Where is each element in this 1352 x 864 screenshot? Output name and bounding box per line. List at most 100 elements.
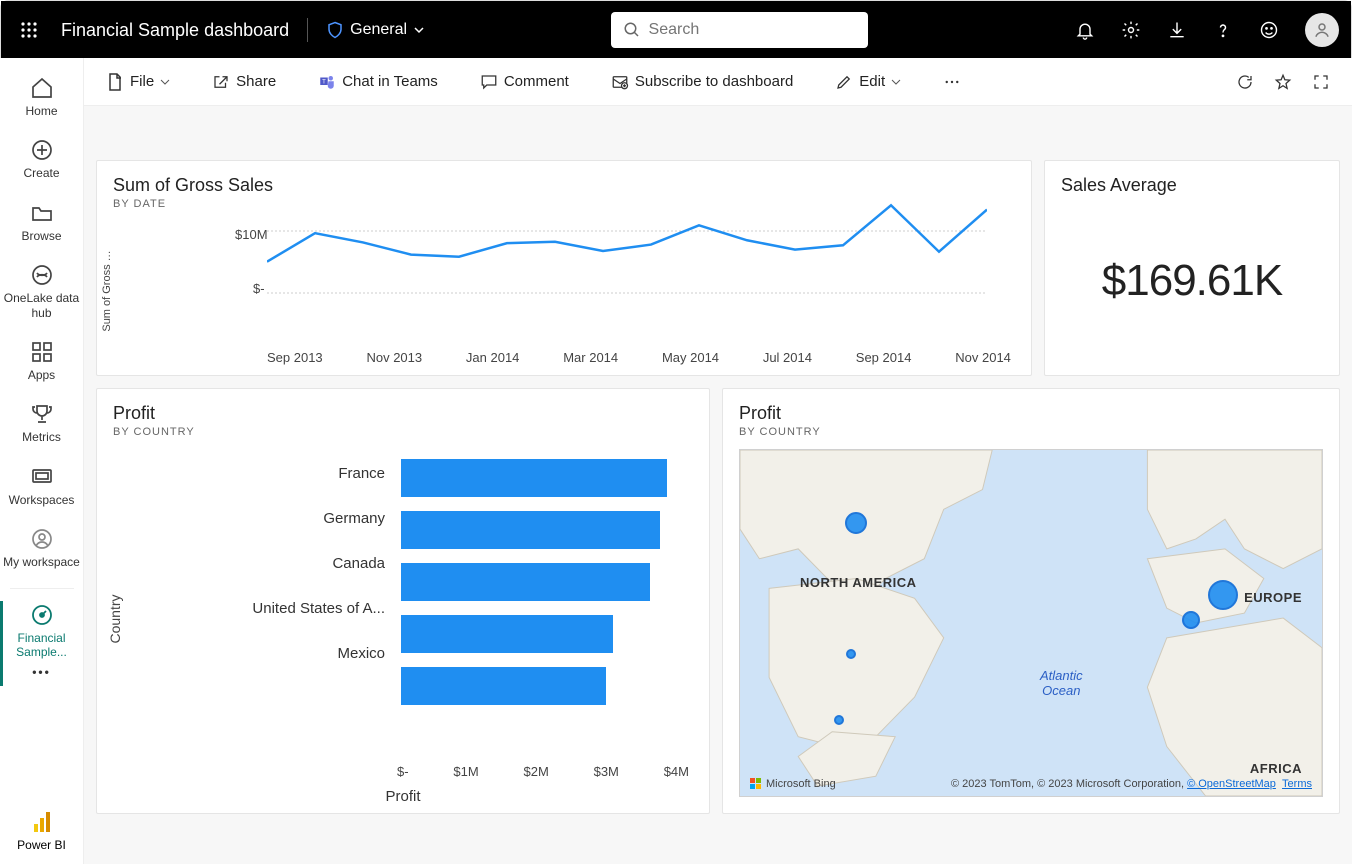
feedback-button[interactable] <box>1253 14 1285 46</box>
more-dots: ••• <box>32 665 51 679</box>
edit-menu[interactable]: Edit <box>829 69 907 95</box>
tile-sales-average[interactable]: Sales Average $169.61K <box>1044 160 1340 376</box>
sensitivity-label: General <box>350 21 407 39</box>
notifications-button[interactable] <box>1069 14 1101 46</box>
map-bubble[interactable] <box>846 649 856 659</box>
sensitivity-dropdown[interactable]: General <box>326 21 425 39</box>
onelake-icon <box>30 263 54 287</box>
person-circle-icon <box>30 527 54 551</box>
nav-create[interactable]: Create <box>0 130 84 192</box>
nav-home[interactable]: Home <box>0 68 84 130</box>
global-search[interactable] <box>611 12 868 48</box>
dashboard-title: Financial Sample dashboard <box>61 20 289 41</box>
download-button[interactable] <box>1161 14 1193 46</box>
divider <box>307 18 308 42</box>
map-basemap <box>740 450 1322 796</box>
kpi-value: $169.61K <box>1102 256 1282 306</box>
tile-profit-bar[interactable]: Profit BY COUNTRY Country France Germany… <box>96 388 710 814</box>
map-attribution: Microsoft Bing © 2023 TomTom, © 2023 Mic… <box>750 778 1312 790</box>
map-bubble[interactable] <box>834 715 844 725</box>
line-chart <box>267 201 987 301</box>
comment-icon <box>480 73 498 91</box>
map-bubble[interactable] <box>845 512 867 534</box>
pencil-icon <box>835 73 853 91</box>
bing-icon <box>750 778 762 790</box>
map-visual[interactable]: NORTH AMERICA EUROPE AFRICA AtlanticOcea… <box>739 449 1323 797</box>
folder-icon <box>30 201 54 225</box>
tile-gross-sales[interactable]: Sum of Gross Sales BY DATE Sum of Gross … <box>96 160 1032 376</box>
powerbi-icon <box>32 810 52 834</box>
dashboard-canvas: Ask a question about your data Sum of Gr… <box>84 106 1352 864</box>
workspaces-icon <box>30 465 54 489</box>
nav-apps[interactable]: Apps <box>0 332 84 394</box>
search-input[interactable] <box>649 21 856 39</box>
tile-title: Sum of Gross Sales <box>113 175 1015 196</box>
tile-title: Sales Average <box>1061 175 1323 196</box>
smiley-icon <box>1259 20 1279 40</box>
tile-subtitle: BY COUNTRY <box>739 426 1323 438</box>
chevron-down-icon <box>160 77 170 87</box>
chevron-down-icon <box>413 24 425 36</box>
download-icon <box>1167 20 1187 40</box>
help-icon <box>1213 20 1233 40</box>
x-axis-ticks: Sep 2013Nov 2013Jan 2014Mar 2014May 2014… <box>267 350 1011 365</box>
refresh-icon <box>1236 73 1254 91</box>
bar <box>401 459 667 497</box>
left-rail: Home Create Browse OneLake data hub Apps… <box>0 58 84 864</box>
search-icon <box>623 21 641 39</box>
app-launcher-button[interactable] <box>13 14 45 46</box>
nav-financial-sample[interactable]: Financial Sample...••• <box>0 595 84 692</box>
refresh-button[interactable] <box>1230 69 1260 95</box>
continent-label: EUROPE <box>1244 590 1302 605</box>
file-icon <box>107 73 123 91</box>
tile-profit-map[interactable]: Profit BY COUNTRY NORTH AMERICA EUROPE A… <box>722 388 1340 814</box>
bar <box>401 667 606 705</box>
home-icon <box>30 76 54 100</box>
settings-button[interactable] <box>1115 14 1147 46</box>
fullscreen-icon <box>1312 73 1330 91</box>
subscribe-button[interactable]: Subscribe to dashboard <box>605 69 799 95</box>
waffle-icon <box>20 21 38 39</box>
svg-text:T: T <box>322 79 326 85</box>
more-horizontal-icon <box>943 73 961 91</box>
chat-in-teams-button[interactable]: TChat in Teams <box>312 69 444 95</box>
fullscreen-button[interactable] <box>1306 69 1336 95</box>
tile-subtitle: BY COUNTRY <box>113 426 693 438</box>
continent-label: NORTH AMERICA <box>800 575 917 590</box>
map-bubble[interactable] <box>1182 611 1200 629</box>
shield-icon <box>326 21 344 39</box>
trophy-icon <box>30 402 54 426</box>
nav-browse[interactable]: Browse <box>0 193 84 255</box>
share-button[interactable]: Share <box>206 69 282 95</box>
comment-button[interactable]: Comment <box>474 69 575 95</box>
subscribe-icon <box>611 73 629 91</box>
dashboard-toolbar: File Share TChat in Teams Comment Subscr… <box>84 58 1352 106</box>
x-axis-ticks: $-$1M$2M$3M$4M <box>397 764 689 779</box>
osm-link[interactable]: © OpenStreetMap <box>1187 778 1276 790</box>
tile-title: Profit <box>113 403 693 424</box>
bar <box>401 511 660 549</box>
nav-powerbi[interactable]: Power BI <box>17 810 66 864</box>
continent-label: AFRICA <box>1250 761 1302 776</box>
ocean-label: AtlanticOcean <box>1040 668 1083 698</box>
dashboard-icon <box>30 603 54 627</box>
nav-my-workspace[interactable]: My workspace <box>0 519 84 581</box>
tile-title: Profit <box>739 403 1323 424</box>
bar <box>401 615 613 653</box>
nav-onelake[interactable]: OneLake data hub <box>0 255 84 332</box>
account-button[interactable] <box>1305 13 1339 47</box>
x-axis-label: Profit <box>97 788 709 805</box>
bell-icon <box>1075 20 1095 40</box>
chevron-down-icon <box>891 77 901 87</box>
favorite-button[interactable] <box>1268 69 1298 95</box>
plus-circle-icon <box>30 138 54 162</box>
file-menu[interactable]: File <box>100 69 176 95</box>
y-tick: $10M <box>235 227 268 242</box>
nav-metrics[interactable]: Metrics <box>0 394 84 456</box>
header-right-actions <box>1069 13 1339 47</box>
more-options-button[interactable] <box>937 69 967 95</box>
nav-workspaces[interactable]: Workspaces <box>0 457 84 519</box>
terms-link[interactable]: Terms <box>1282 778 1312 790</box>
global-header: Financial Sample dashboard General <box>1 1 1351 59</box>
help-button[interactable] <box>1207 14 1239 46</box>
